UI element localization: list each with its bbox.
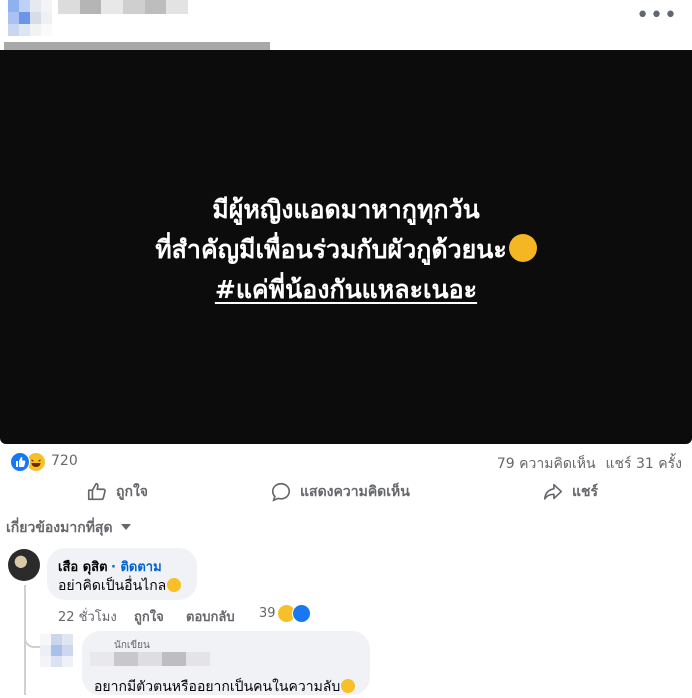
like-reaction-icon[interactable] bbox=[10, 452, 30, 472]
share-count-link[interactable]: แชร์ 31 ครั้ง bbox=[606, 456, 682, 472]
thinking-face-icon bbox=[508, 234, 537, 262]
like-button[interactable]: ถูกใจ bbox=[86, 480, 148, 504]
media-text-line-1: มีผู้หญิงแอดมาหากูทุกวัน bbox=[212, 195, 480, 224]
comment-bubble-icon bbox=[271, 482, 291, 502]
more-options-icon[interactable]: ••• bbox=[636, 5, 678, 27]
comment-timestamp[interactable]: 22 ชั่วโมง bbox=[58, 606, 117, 627]
share-arrow-icon bbox=[543, 483, 563, 500]
comment-reply-button[interactable]: ตอบกลับ bbox=[186, 606, 235, 627]
caret-down-icon bbox=[120, 524, 131, 530]
author-name-blurred[interactable] bbox=[58, 0, 189, 14]
like-reaction-icon[interactable] bbox=[292, 604, 311, 623]
comment-reaction-count[interactable]: 39 bbox=[259, 606, 276, 621]
media-text-line-2: ที่สำคัญมีเพื่อนร่วมกับผัวกูด้วยนะ bbox=[0, 232, 692, 268]
comment-author-name[interactable]: เสือ ดุสิต bbox=[58, 556, 108, 577]
reply-avatar-blurred[interactable] bbox=[40, 634, 84, 667]
comment-like-button[interactable]: ถูกใจ bbox=[134, 606, 164, 627]
comment-sort-dropdown[interactable]: เกี่ยวข้องมากที่สุด bbox=[6, 517, 131, 539]
tongue-emoji-icon bbox=[341, 679, 356, 693]
comment-button[interactable]: แสดงความคิดเห็น bbox=[270, 480, 410, 504]
reaction-count[interactable]: 720 bbox=[51, 453, 78, 469]
rofl-emoji-icon bbox=[167, 578, 182, 592]
follow-link[interactable]: · ติดตาม bbox=[111, 556, 162, 577]
share-button[interactable]: แชร์ bbox=[542, 480, 598, 504]
reply-author-name-blurred[interactable] bbox=[90, 652, 210, 666]
comment-count-link[interactable]: 79 ความคิดเห็น bbox=[497, 456, 596, 472]
author-avatar-blurred[interactable] bbox=[8, 0, 52, 36]
thumbs-up-icon bbox=[87, 482, 106, 501]
comment-text: อย่าคิดเป็นอื่นไกล bbox=[58, 575, 182, 597]
media-hashtag[interactable]: #แค่พี่น้องกันแหละเนอะ bbox=[0, 272, 692, 308]
comment-avatar[interactable] bbox=[8, 549, 40, 581]
author-badge: นักเขียน bbox=[114, 640, 150, 651]
post-stats: 79 ความคิดเห็น แชร์ 31 ครั้ง bbox=[497, 453, 682, 475]
